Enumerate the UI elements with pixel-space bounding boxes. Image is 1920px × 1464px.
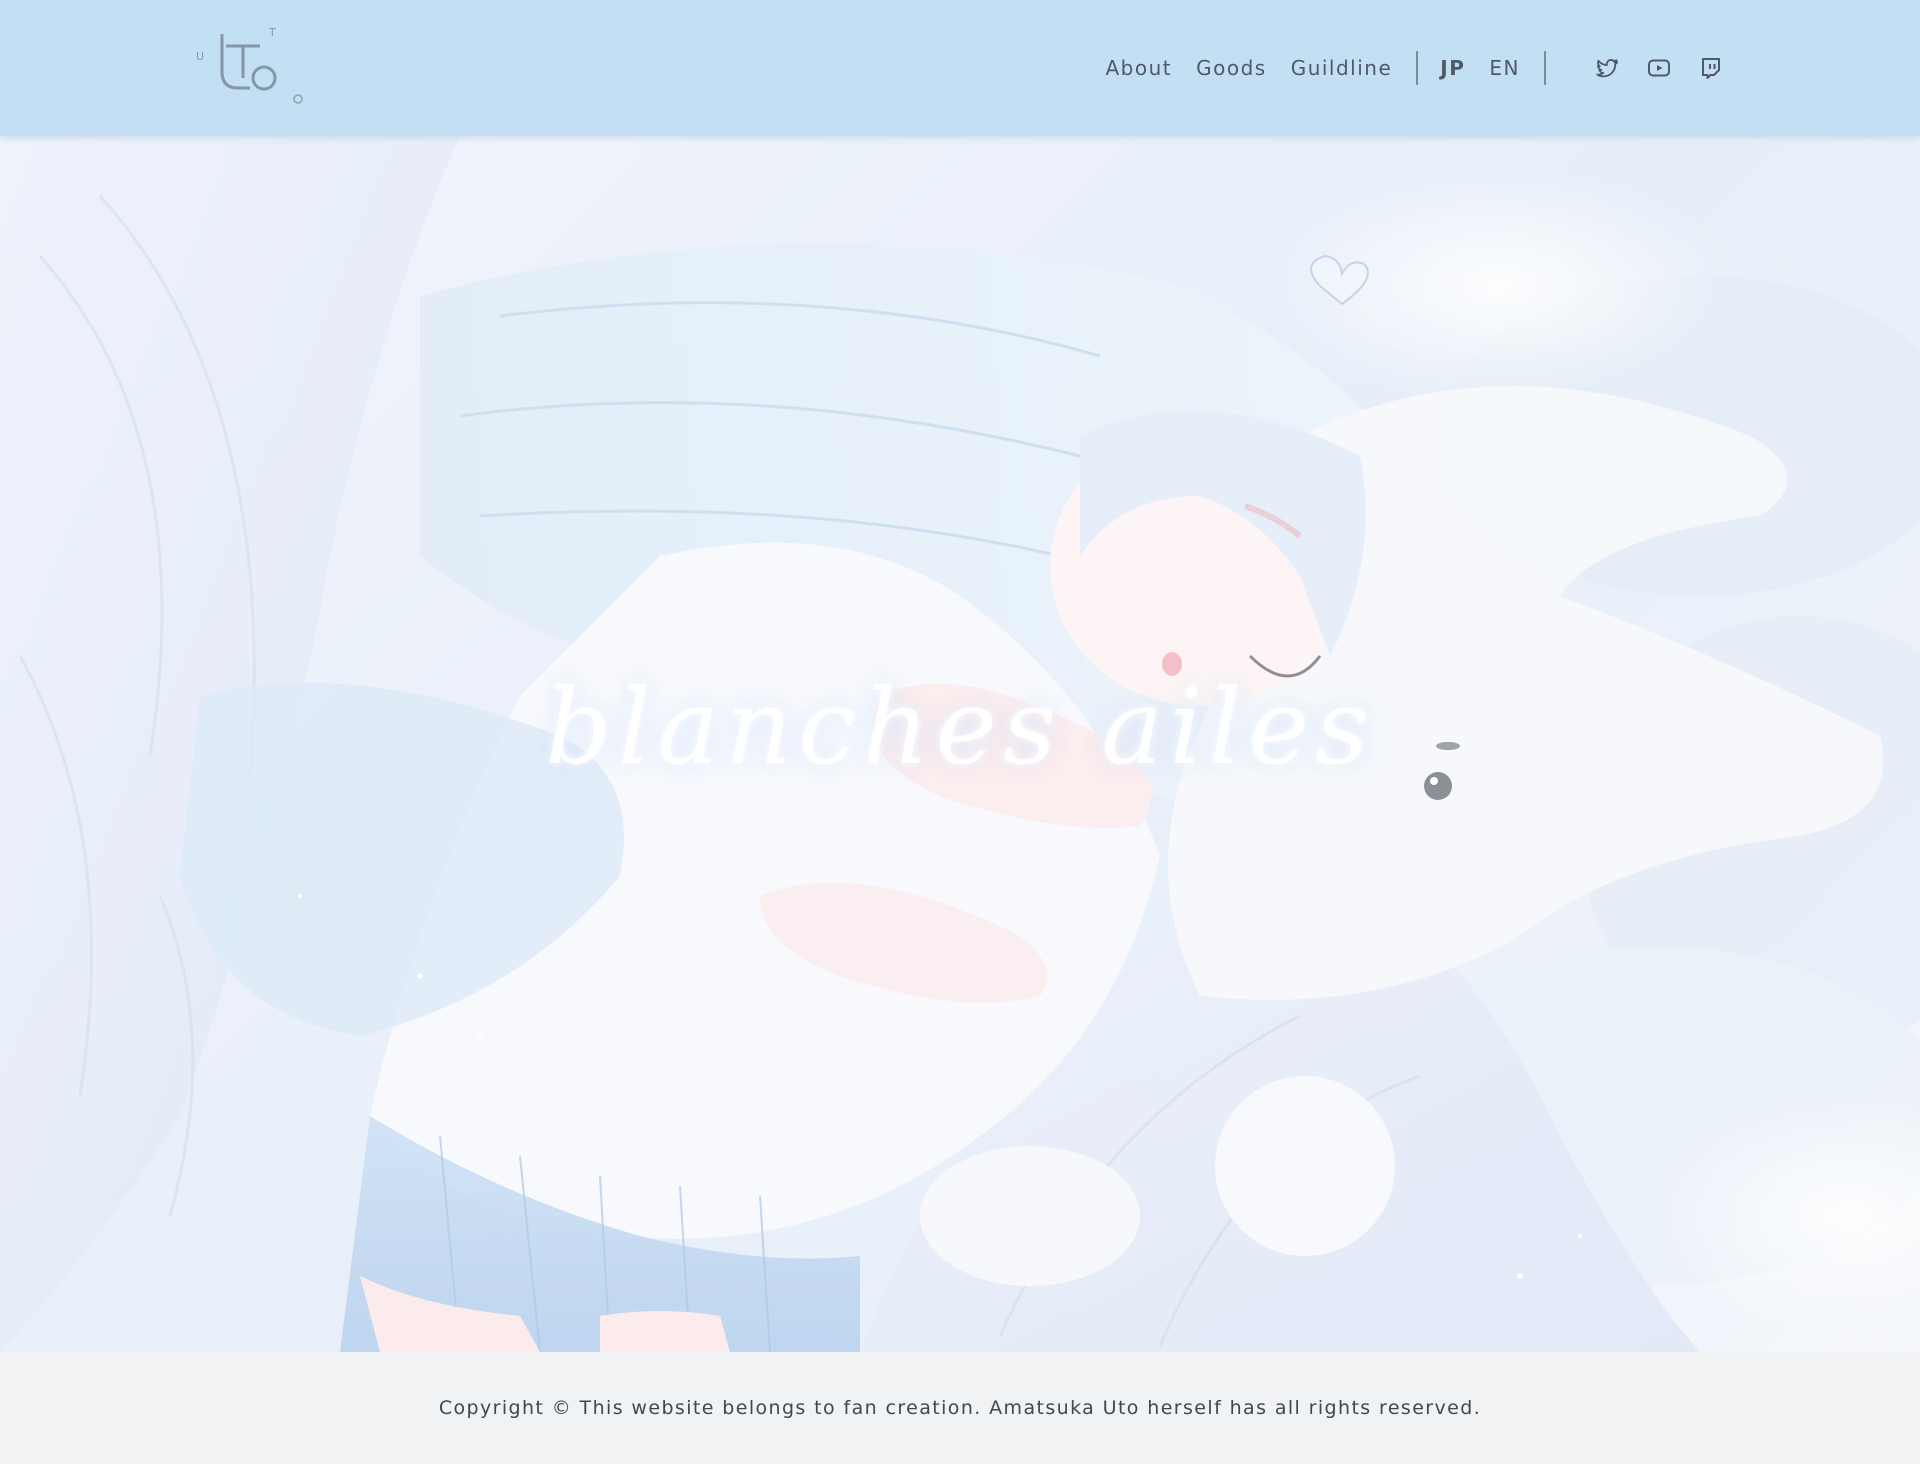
twitch-icon[interactable]	[1698, 55, 1724, 81]
nav-about-link[interactable]: About	[1105, 56, 1172, 80]
copyright-text: Copyright © This website belongs to fan …	[438, 1397, 1482, 1419]
uto-logo-icon: U T	[196, 26, 303, 104]
lang-en-link[interactable]: EN	[1489, 56, 1520, 80]
svg-text:T: T	[268, 26, 276, 39]
main-nav: About Goods Guildline JP EN	[1105, 46, 1724, 90]
twitter-icon[interactable]	[1594, 55, 1620, 81]
svg-text:U: U	[196, 50, 204, 63]
nav-guildline-link[interactable]: Guildline	[1291, 56, 1393, 80]
hero-title: blanches ailes	[545, 666, 1375, 788]
hero-banner: blanches ailes	[0, 136, 1920, 1352]
site-logo[interactable]: U T	[190, 22, 310, 112]
youtube-icon[interactable]	[1646, 55, 1672, 81]
nav-goods-link[interactable]: Goods	[1196, 56, 1267, 80]
site-footer: Copyright © This website belongs to fan …	[0, 1352, 1920, 1464]
nav-divider	[1416, 51, 1419, 85]
nav-divider	[1544, 51, 1546, 85]
site-header: U T About Goods Guildline JP EN	[0, 0, 1920, 136]
lang-jp-link[interactable]: JP	[1440, 56, 1465, 80]
